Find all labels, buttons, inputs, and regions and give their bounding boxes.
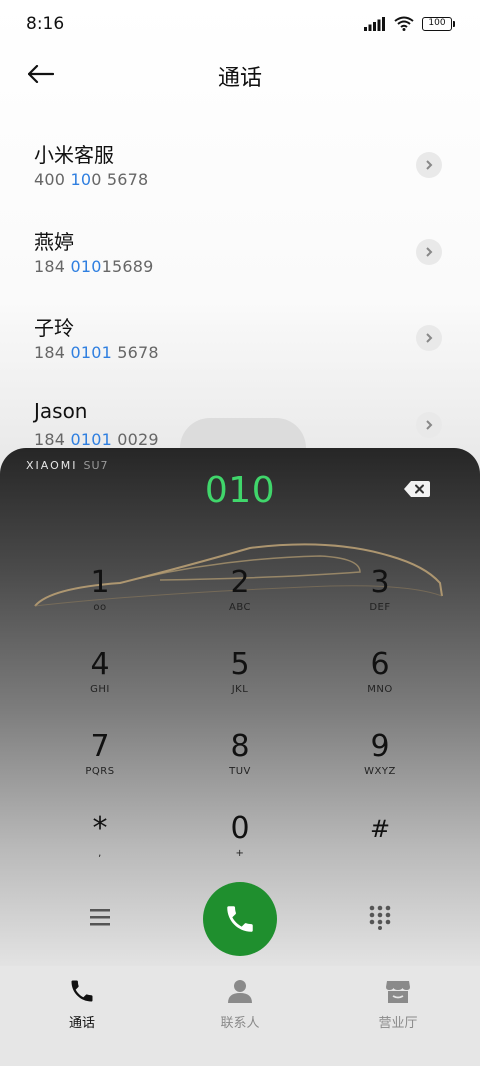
key-6[interactable]: 6 MNO — [320, 648, 440, 718]
battery-icon: 100 — [422, 16, 455, 31]
key-2[interactable]: 2 ABC — [180, 566, 300, 636]
store-icon — [386, 981, 410, 1003]
contact-name: Jason — [34, 398, 88, 423]
call-list-item[interactable]: 燕婷 184 01015689 — [0, 212, 480, 299]
chevron-right-icon — [426, 246, 433, 257]
nav-label: 联系人 — [220, 1016, 260, 1031]
key-star[interactable]: *, — [40, 812, 160, 882]
contact-name: 小米客服 — [34, 143, 114, 167]
details-button[interactable] — [416, 325, 442, 351]
wifi-icon — [394, 16, 414, 31]
nav-label: 营业厅 — [378, 1016, 418, 1031]
status-bar: 8:16 100 — [0, 0, 480, 50]
call-list-item[interactable]: 小米客服 400 100 5678 — [0, 125, 480, 212]
chevron-right-icon — [426, 333, 433, 343]
menu-icon[interactable] — [86, 906, 114, 928]
nav-tab-calls[interactable]: 通话 — [22, 976, 142, 1031]
key-0[interactable]: 0 + — [180, 812, 300, 882]
nav-tab-store[interactable]: 营业厅 — [338, 976, 458, 1031]
contact-number: 184 0101 5678 — [34, 343, 159, 362]
key-4[interactable]: 4 GHI — [40, 648, 160, 718]
details-button[interactable] — [416, 152, 442, 178]
details-button[interactable] — [416, 238, 442, 265]
call-button[interactable] — [203, 882, 277, 956]
chevron-right-icon — [426, 160, 433, 170]
key-hash[interactable]: # — [320, 812, 440, 882]
call-list-item[interactable]: 子玲 184 0101 5678 — [0, 298, 480, 385]
dialer-panel: XIAOMI SU7 010 1 ᴏᴏ 2 ABC 3 DEF 4 GHI 5 JKL 6M… — [0, 448, 480, 966]
header: 通话 — [0, 50, 480, 100]
nav-label: 通话 — [68, 1016, 95, 1031]
signal-icon — [364, 16, 385, 31]
key-5[interactable]: 5 JKL — [180, 648, 300, 718]
key-9[interactable]: 9 WXYZ — [320, 730, 440, 800]
page-title: 通话 — [217, 66, 262, 91]
contact-name: 子玲 — [34, 316, 74, 340]
dialpad-icon[interactable] — [367, 904, 393, 930]
contact-number: 184 0101 0029 — [34, 429, 159, 449]
chevron-right-icon — [426, 419, 433, 430]
contact-number: 184 01015689 — [34, 256, 154, 276]
key-3[interactable]: 3 DEF — [320, 566, 440, 636]
key-1[interactable]: 1 ᴏᴏ — [40, 566, 160, 636]
phone-icon — [227, 906, 253, 932]
status-icons: 100 — [364, 16, 455, 31]
bottom-nav: 通话 联系人 营业厅 — [0, 966, 480, 1066]
key-8[interactable]: 8 TUV — [180, 730, 300, 800]
key-7[interactable]: 7 PQRS — [40, 730, 160, 800]
contact-name: 燕婷 — [34, 229, 74, 254]
nav-tab-contacts[interactable]: 联系人 — [180, 976, 300, 1031]
contact-number: 400 100 5678 — [34, 170, 149, 189]
backspace-icon[interactable] — [404, 481, 430, 497]
phone-screen: 8:16 100 通话 小米客服 400 100 5678 燕婷 184 010… — [0, 0, 480, 1066]
contact-icon — [228, 980, 252, 1003]
status-time: 8:16 — [26, 14, 65, 34]
details-button[interactable] — [416, 411, 442, 438]
phone-icon — [71, 980, 93, 1002]
